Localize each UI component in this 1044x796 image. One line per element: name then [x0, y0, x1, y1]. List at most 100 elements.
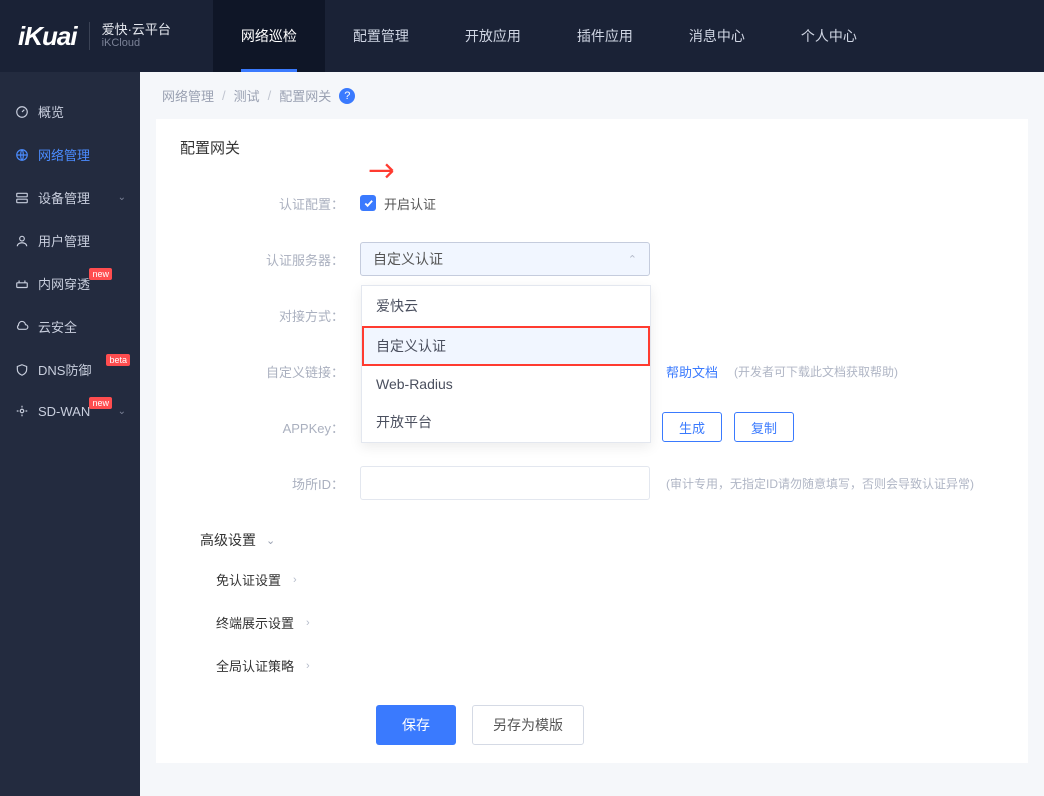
topnav-item-config[interactable]: 配置管理 [325, 0, 437, 72]
sidebar-item-label: 用户管理 [38, 231, 90, 250]
sublink-label: 免认证设置 [216, 570, 281, 589]
topnav-label: 开放应用 [465, 26, 521, 46]
select-auth-server[interactable]: 自定义认证 ⌃ 爱快云 自定义认证 Web-Radius 开放平台 [360, 242, 650, 276]
custom-link-hint: (开发者可下载此文档获取帮助) [734, 363, 898, 380]
select-value: 自定义认证 [373, 249, 443, 269]
badge-new: new [89, 397, 112, 409]
checkbox-enable-auth[interactable] [360, 195, 376, 211]
sidebar-item-label: 设备管理 [38, 188, 90, 207]
breadcrumb-item[interactable]: 测试 [234, 86, 260, 105]
topnav-item-open-app[interactable]: 开放应用 [437, 0, 549, 72]
breadcrumb-item[interactable]: 网络管理 [162, 86, 214, 105]
topnav-item-plugin[interactable]: 插件应用 [549, 0, 661, 72]
sidebar-item-user[interactable]: 用户管理 [0, 219, 140, 262]
save-button[interactable]: 保存 [376, 705, 456, 745]
dropdown-option[interactable]: Web-Radius [362, 366, 650, 402]
panel-title: 配置网关 [180, 137, 1004, 158]
top-nav: 网络巡检 配置管理 开放应用 插件应用 消息中心 个人中心 [213, 0, 885, 72]
row-auth-config: 认证配置： 开启认证 [180, 186, 1004, 220]
topnav-item-message[interactable]: 消息中心 [661, 0, 773, 72]
sidebar-item-device[interactable]: 设备管理 ⌄ [0, 176, 140, 219]
form-area: 认证配置： 开启认证 认证服务器： 自定义认证 [180, 186, 1004, 500]
dropdown-option[interactable]: 爱快云 [362, 286, 650, 326]
sublink-free-auth[interactable]: 免认证设置 › [216, 570, 1004, 589]
logo-cn: 爱快·云平台 [102, 22, 171, 38]
cloud-icon [14, 319, 30, 335]
action-buttons: 保存 另存为模版 [376, 705, 1004, 745]
sidebar-item-sdwan[interactable]: new SD-WAN ⌄ [0, 391, 140, 431]
chevron-right-icon: › [306, 660, 310, 672]
sidebar-item-label: 内网穿透 [38, 274, 90, 293]
row-place-id: 场所ID： (审计专用，无指定ID请勿随意填写，否则会导致认证异常) [180, 466, 1004, 500]
shield-icon [14, 362, 30, 378]
topnav-label: 网络巡检 [241, 26, 297, 46]
chevron-right-icon: › [293, 574, 297, 586]
row-auth-server: 认证服务器： 自定义认证 ⌃ 爱快云 自定义认证 Web-Radius 开放平台 [180, 242, 1004, 276]
help-icon[interactable]: ? [339, 88, 355, 104]
sidebar: 概览 网络管理 设备管理 ⌄ 用户管理 new 内网穿透 云安全 beta DN… [0, 72, 140, 796]
sidebar-item-overview[interactable]: 概览 [0, 90, 140, 133]
server-icon [14, 190, 30, 206]
advanced-section-toggle[interactable]: 高级设置 ⌄ [200, 530, 1004, 550]
sublink-label: 全局认证策略 [216, 656, 294, 675]
sublink-terminal-display[interactable]: 终端展示设置 › [216, 613, 1004, 632]
logo-sub: 爱快·云平台 iKCloud [89, 22, 171, 51]
sidebar-item-label: 概览 [38, 102, 64, 121]
sidebar-item-network[interactable]: 网络管理 [0, 133, 140, 176]
sublink-label: 终端展示设置 [216, 613, 294, 632]
place-id-input[interactable] [360, 466, 650, 500]
topnav-label: 个人中心 [801, 26, 857, 46]
label-place-id: 场所ID： [180, 474, 360, 493]
badge-beta: beta [106, 354, 130, 366]
badge-new: new [89, 268, 112, 280]
chevron-right-icon: › [306, 617, 310, 629]
label-auth-server: 认证服务器： [180, 250, 360, 269]
chevron-down-icon: ⌄ [266, 534, 275, 547]
sublink-global-auth[interactable]: 全局认证策略 › [216, 656, 1004, 675]
topnav-item-inspect[interactable]: 网络巡检 [213, 0, 325, 72]
sidebar-item-label: DNS防御 [38, 360, 91, 379]
topnav-label: 消息中心 [689, 26, 745, 46]
help-doc-link[interactable]: 帮助文档 [666, 362, 718, 381]
sidebar-item-label: SD-WAN [38, 404, 90, 419]
checkbox-label: 开启认证 [384, 194, 436, 213]
chevron-up-icon: ⌃ [628, 253, 637, 266]
user-icon [14, 233, 30, 249]
sidebar-item-penetration[interactable]: new 内网穿透 [0, 262, 140, 305]
wan-icon [14, 403, 30, 419]
router-icon [14, 276, 30, 292]
breadcrumb-sep: / [222, 88, 226, 103]
logo-en: iKCloud [102, 37, 171, 50]
globe-icon [14, 147, 30, 163]
top-header: iKuai 爱快·云平台 iKCloud 网络巡检 配置管理 开放应用 插件应用… [0, 0, 1044, 72]
logo-block: iKuai 爱快·云平台 iKCloud [0, 0, 189, 72]
label-auth-config: 认证配置： [180, 194, 360, 213]
dropdown-option[interactable]: 开放平台 [362, 402, 650, 442]
topnav-label: 插件应用 [577, 26, 633, 46]
topnav-item-personal[interactable]: 个人中心 [773, 0, 885, 72]
content-area: 网络管理 / 测试 / 配置网关 ? 配置网关 认证配置： [140, 72, 1044, 796]
label-connect-method: 对接方式： [180, 306, 360, 325]
sidebar-item-label: 网络管理 [38, 145, 90, 164]
dropdown-option[interactable]: 自定义认证 [362, 326, 650, 366]
topnav-label: 配置管理 [353, 26, 409, 46]
sidebar-item-label: 云安全 [38, 317, 77, 336]
advanced-label: 高级设置 [200, 530, 256, 550]
save-as-template-button[interactable]: 另存为模版 [472, 705, 584, 745]
label-appkey: APPKey： [180, 418, 360, 437]
sidebar-item-cloud-security[interactable]: 云安全 [0, 305, 140, 348]
generate-button[interactable]: 生成 [662, 412, 722, 442]
place-id-hint: (审计专用，无指定ID请勿随意填写，否则会导致认证异常) [666, 475, 974, 492]
chevron-down-icon: ⌄ [118, 406, 126, 417]
gauge-icon [14, 104, 30, 120]
breadcrumb: 网络管理 / 测试 / 配置网关 ? [140, 72, 1044, 119]
chevron-down-icon: ⌄ [118, 192, 126, 203]
logo-brand: iKuai [18, 21, 77, 52]
sidebar-item-dns[interactable]: beta DNS防御 [0, 348, 140, 391]
copy-button[interactable]: 复制 [734, 412, 794, 442]
breadcrumb-item[interactable]: 配置网关 [279, 86, 331, 105]
label-custom-link: 自定义链接： [180, 362, 360, 381]
breadcrumb-sep: / [268, 88, 272, 103]
config-panel: 配置网关 认证配置： 开启认证 [156, 119, 1028, 763]
dropdown-auth-server: 爱快云 自定义认证 Web-Radius 开放平台 [361, 285, 651, 443]
